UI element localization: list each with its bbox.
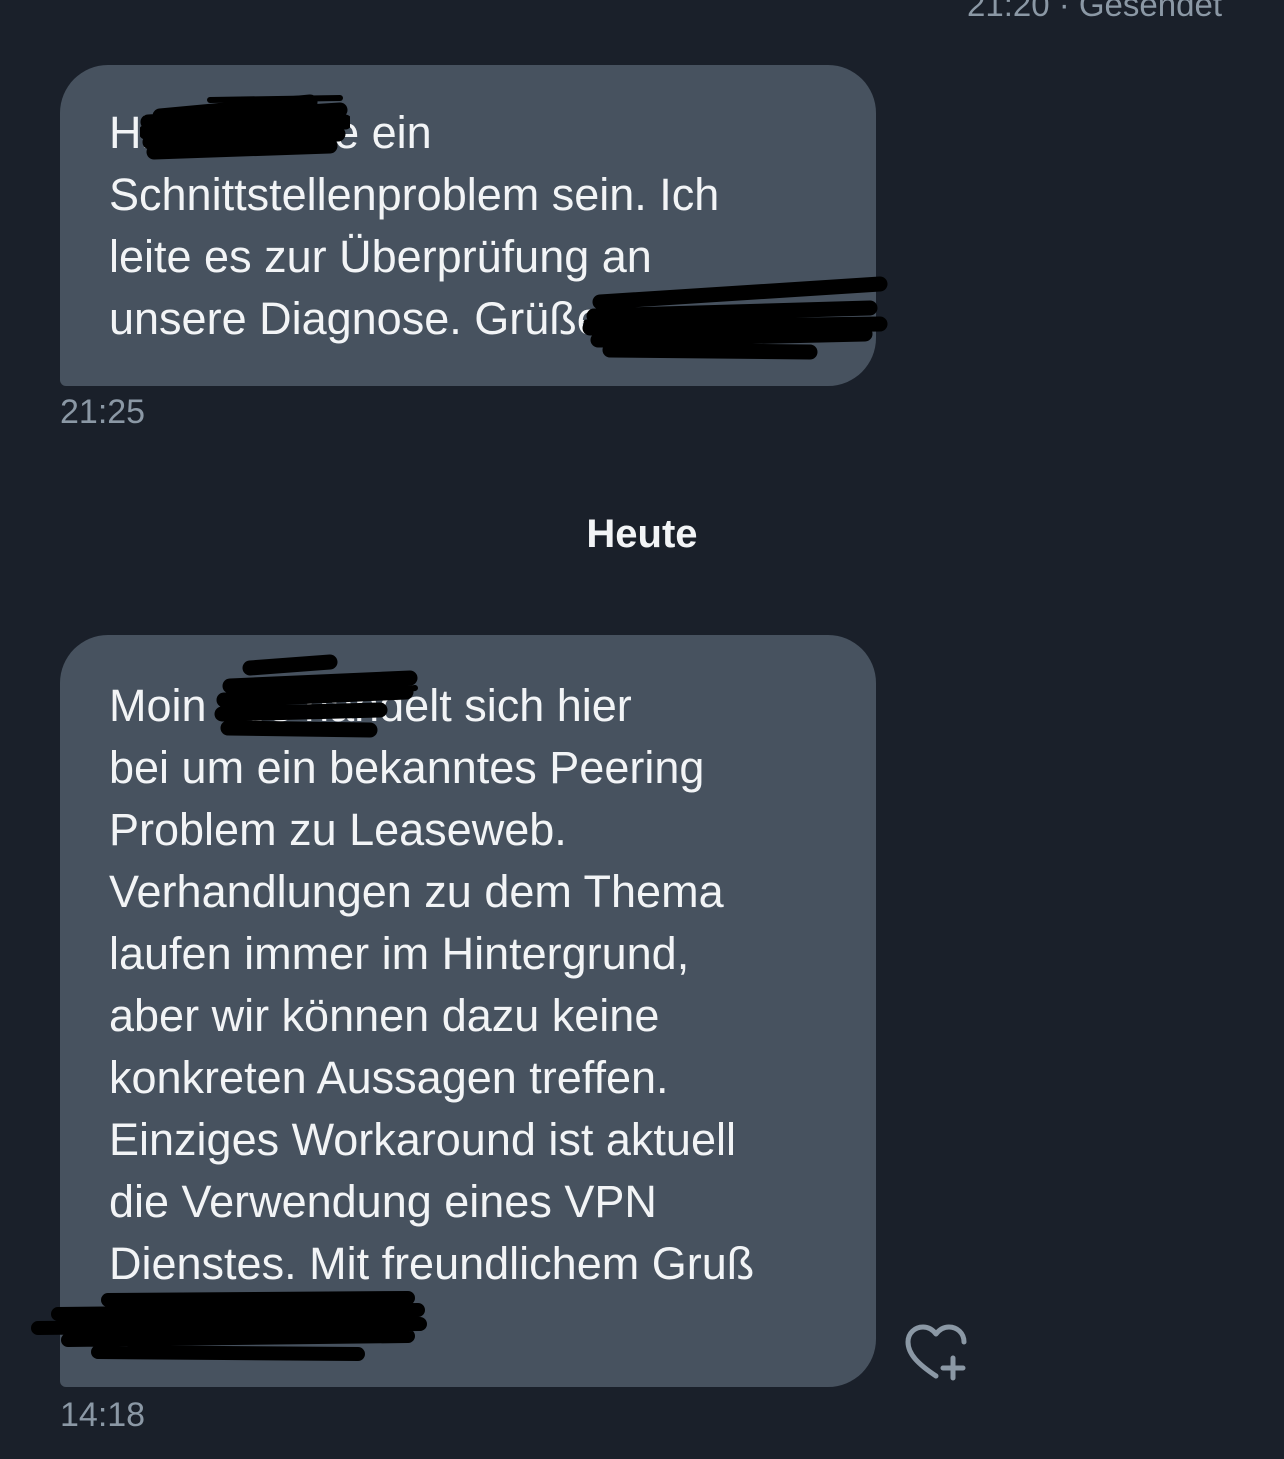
redaction-scribble <box>140 94 350 160</box>
redaction-scribble <box>214 654 418 738</box>
day-divider: Heute <box>586 512 698 556</box>
heart-plus-icon <box>905 1324 967 1381</box>
message-line: Dienstes. Mit freundlichem Gruß <box>109 1238 755 1289</box>
message-line: aber wir können dazu keine <box>109 990 660 1041</box>
message-line: Verhandlungen zu dem Thema <box>109 866 724 917</box>
message-line: Problem zu Leaseweb. <box>109 804 567 855</box>
message-timestamp: 21:25 <box>60 393 146 431</box>
redaction-scribble <box>582 276 888 360</box>
message-line: die Verwendung eines VPN <box>109 1176 657 1227</box>
sent-status-text: 21:20 · Gesendet <box>966 0 1222 23</box>
message-line: konkreten Aussagen treffen. <box>109 1052 669 1103</box>
message-line: Schnittstellenproblem sein. Ich <box>109 169 720 220</box>
message-timestamp: 14:18 <box>60 1396 146 1434</box>
message-line: laufen immer im Hintergrund, <box>109 928 690 979</box>
message-line: bei um ein bekanntes Peering <box>109 742 705 793</box>
message-bubble-received[interactable]: Moin , es handelt sich hier bei um ein b… <box>60 635 876 1387</box>
message-line: Einziges Workaround ist aktuell <box>109 1114 736 1165</box>
redaction-scribble <box>31 1291 427 1361</box>
add-reaction-button[interactable] <box>902 1320 972 1386</box>
